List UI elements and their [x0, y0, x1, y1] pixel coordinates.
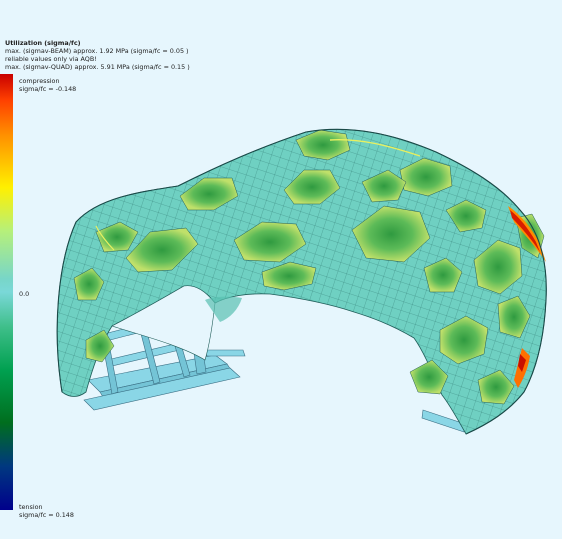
model-viewport[interactable] [0, 0, 562, 539]
